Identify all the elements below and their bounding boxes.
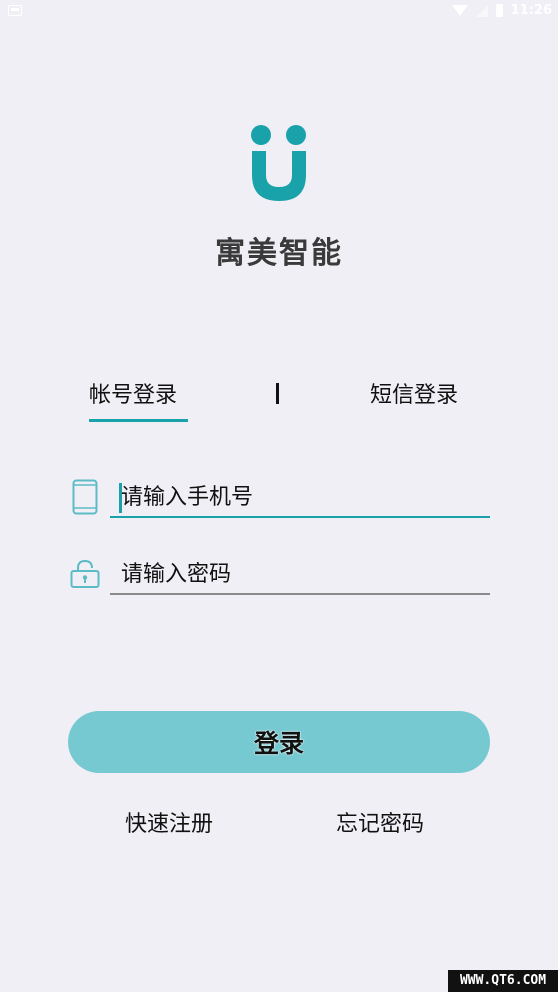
battery-icon bbox=[495, 4, 503, 17]
status-bar-right: 11:26 bbox=[451, 3, 552, 18]
status-bar: 11:26 bbox=[0, 0, 558, 24]
active-tab-indicator bbox=[89, 419, 188, 422]
register-link[interactable]: 快速注册 bbox=[125, 806, 213, 838]
forgot-password-link[interactable]: 忘记密码 bbox=[336, 806, 424, 838]
screenshot-icon bbox=[8, 5, 22, 16]
wifi-icon bbox=[451, 5, 468, 16]
logo-dot-right bbox=[286, 125, 306, 145]
phone-icon bbox=[72, 479, 98, 515]
status-time: 11:26 bbox=[510, 3, 552, 18]
app-logo bbox=[251, 125, 306, 201]
text-cursor bbox=[119, 483, 122, 513]
logo-dot-left bbox=[251, 125, 271, 145]
tab-divider bbox=[276, 383, 279, 404]
logo-u-shape bbox=[252, 151, 306, 201]
brand-name: 寓美智能 bbox=[215, 236, 343, 271]
phone-input[interactable] bbox=[110, 478, 490, 518]
tab-account-login[interactable]: 帐号登录 bbox=[89, 377, 177, 409]
signal-icon bbox=[475, 4, 488, 17]
watermark: WWW.QT6.COM bbox=[448, 970, 558, 992]
tab-sms-login[interactable]: 短信登录 bbox=[370, 377, 458, 409]
password-input[interactable] bbox=[110, 555, 490, 595]
lock-icon bbox=[70, 559, 100, 588]
login-button[interactable]: 登录 bbox=[68, 711, 490, 773]
